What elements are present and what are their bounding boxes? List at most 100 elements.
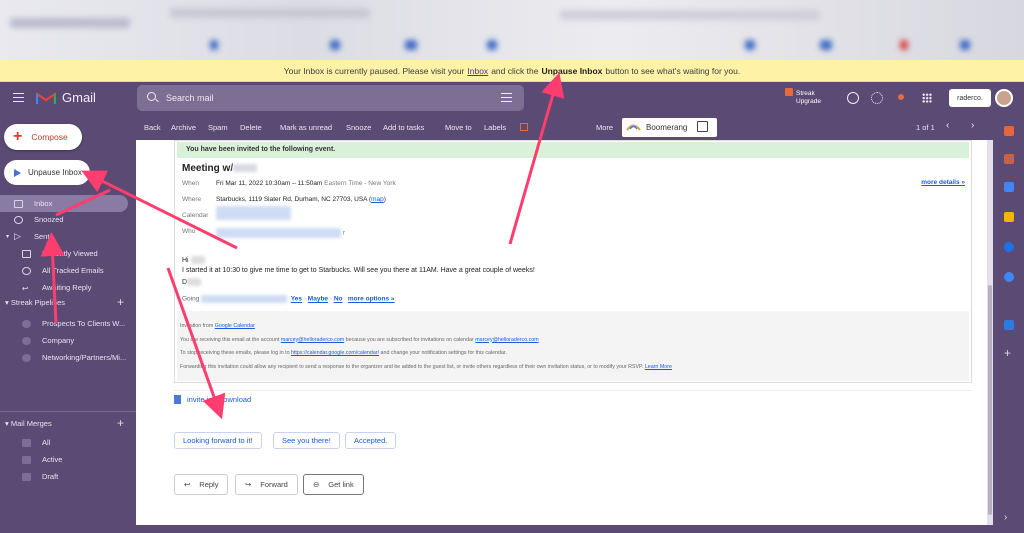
rsvp-yes-link[interactable]: Yes xyxy=(291,296,302,303)
invite-notice: You have been invited to the following e… xyxy=(177,142,969,158)
settings-gear-icon[interactable] xyxy=(871,92,883,104)
contacts-rail-icon[interactable] xyxy=(1004,272,1014,282)
invite-footer: Invitation from Google Calendar You are … xyxy=(177,311,969,381)
mail-merges-header[interactable]: ▾ Mail Merges + xyxy=(5,416,124,430)
boomerang-label: Boomerang xyxy=(646,123,688,132)
help-icon[interactable] xyxy=(847,92,859,104)
calendar-icon[interactable] xyxy=(697,121,708,132)
chevron-right-icon[interactable]: › xyxy=(971,120,974,131)
pipeline-label: Networking/Partners/Mi... xyxy=(42,353,127,362)
play-icon xyxy=(14,168,21,177)
move-to-button[interactable]: Move to xyxy=(445,123,472,132)
avatar[interactable] xyxy=(995,89,1013,107)
forward-button[interactable]: ↪ Forward xyxy=(235,474,298,495)
gmail-header: Gmail Search mail Streak Upgrade raderco. xyxy=(0,82,1024,114)
streak-box-icon[interactable] xyxy=(520,123,528,131)
rsvp-maybe-link[interactable]: Maybe xyxy=(308,296,328,303)
where-label: Where xyxy=(182,196,202,203)
boomerang-button[interactable]: Boomerang xyxy=(622,118,717,137)
browser-chrome-blurred xyxy=(0,0,1024,60)
merge-label: All xyxy=(42,438,51,447)
greeting-text: Hi xyxy=(182,256,189,264)
add-to-tasks-button[interactable]: Add to tasks xyxy=(383,123,424,132)
event-when-row: When Fri Mar 11, 2022 10:30am – 11:50am E… xyxy=(182,180,396,187)
app-name: Gmail xyxy=(62,90,96,105)
more-details-link[interactable]: more details » xyxy=(921,179,965,186)
streak-button[interactable]: Streak Upgrade xyxy=(785,88,825,110)
archive-button[interactable]: Archive xyxy=(171,123,196,132)
extension-icon[interactable] xyxy=(898,94,904,100)
get-link-button[interactable]: ⊖ Get link xyxy=(303,474,364,495)
forward-label: Forward xyxy=(260,480,288,489)
google-calendar-link[interactable]: Google Calendar xyxy=(215,323,255,329)
email-view: You have been invited to the following e… xyxy=(136,140,992,525)
calendar-invite-card: You have been invited to the following e… xyxy=(174,140,972,383)
add-merge-icon[interactable]: + xyxy=(117,416,124,430)
calendar-rail-icon[interactable] xyxy=(1004,182,1014,192)
snooze-button[interactable]: Snooze xyxy=(346,123,371,132)
labels-button[interactable]: Labels xyxy=(484,123,506,132)
smart-reply-chip[interactable]: Looking forward to it! xyxy=(174,432,262,449)
delete-button[interactable]: Delete xyxy=(240,123,262,132)
banner-inbox-link[interactable]: Inbox xyxy=(467,66,488,76)
smart-reply-chip[interactable]: See you there! xyxy=(273,432,340,449)
more-button[interactable]: More xyxy=(596,123,613,132)
map-link[interactable]: map xyxy=(371,196,384,203)
pipeline-label: Company xyxy=(42,336,75,345)
send-icon: ▷ xyxy=(14,231,21,241)
calendar-settings-link[interactable]: https://calendar.google.com/calendar/ xyxy=(291,350,379,356)
gmail-logo-icon xyxy=(36,92,56,104)
chevron-left-icon[interactable]: ‹ xyxy=(946,120,949,131)
reply-button[interactable]: ↩ Reply xyxy=(174,474,229,495)
mark-unread-button[interactable]: Mark as unread xyxy=(280,123,332,132)
pipeline-icon xyxy=(22,353,31,362)
email-body: I started it at 10:30 to give me time to… xyxy=(182,267,535,274)
eye-icon xyxy=(22,266,31,275)
footer-text: You are receiving this email at the acco… xyxy=(180,336,280,343)
search-options-icon[interactable] xyxy=(501,93,512,102)
apps-grid-icon[interactable] xyxy=(922,93,932,103)
merge-label: Active xyxy=(42,455,63,464)
where-text: Starbucks, 1119 Slater Rd, Durham, NC 27… xyxy=(216,196,368,203)
pagination-count: 1 of 1 xyxy=(916,123,935,132)
account-logo[interactable]: raderco. xyxy=(949,89,991,107)
smart-reply-chip[interactable]: Accepted. xyxy=(345,432,397,449)
sidebar-item-inbox[interactable]: Inbox xyxy=(0,195,128,212)
email-link[interactable]: marcey@helloraderco.com xyxy=(475,337,538,343)
tasks-rail-icon[interactable] xyxy=(1004,242,1014,252)
inbox-icon xyxy=(22,249,31,258)
footer-line: You are receiving this email at the acco… xyxy=(180,334,969,348)
download-link[interactable]: Download xyxy=(218,395,251,404)
zoom-rail-icon[interactable] xyxy=(1004,320,1014,330)
spam-button[interactable]: Spam xyxy=(208,123,228,132)
attachment[interactable]: invite.ics Download xyxy=(174,395,251,404)
more-options-link[interactable]: more options » xyxy=(348,296,395,303)
unpause-inbox-button[interactable]: Unpause Inbox xyxy=(4,160,90,185)
learn-more-link[interactable]: Learn More xyxy=(645,364,672,370)
who-value-blurred: r xyxy=(216,228,345,238)
menu-icon[interactable] xyxy=(13,93,24,102)
divider xyxy=(0,411,136,412)
search-bar[interactable]: Search mail xyxy=(137,85,524,111)
sidebar-item-label: All Tracked Emails xyxy=(42,266,104,275)
greeting: Hi xyxy=(182,256,205,264)
add-pipeline-icon[interactable]: + xyxy=(117,295,124,309)
search-input[interactable]: Search mail xyxy=(166,93,214,103)
paused-inbox-banner: Your Inbox is currently paused. Please v… xyxy=(0,60,1024,82)
compose-button[interactable]: + Compose xyxy=(4,124,82,150)
add-addon-icon[interactable]: + xyxy=(1004,346,1011,360)
sidebar: + Compose Unpause Inbox Inbox Snoozed ▾ ▷ S… xyxy=(0,114,136,533)
document-icon xyxy=(174,395,181,404)
compose-label: Compose xyxy=(31,132,68,142)
chevron-right-icon[interactable]: › xyxy=(1004,512,1007,523)
keep-rail-icon[interactable] xyxy=(1004,212,1014,222)
rsvp-no-link[interactable]: No xyxy=(334,296,343,303)
back-button[interactable]: Back xyxy=(144,123,161,132)
attachment-name: invite.ics xyxy=(187,395,216,404)
email-link[interactable]: marcey@helloraderco.com xyxy=(281,337,344,343)
streak-rail-icon[interactable] xyxy=(1004,126,1014,136)
streak-box-rail-icon[interactable] xyxy=(1004,154,1014,164)
scrollbar-thumb[interactable] xyxy=(988,285,992,515)
streak-pipelines-header[interactable]: ▾ Streak Pipelines + xyxy=(5,295,124,309)
event-title-text: Meeting w/ xyxy=(182,163,234,174)
